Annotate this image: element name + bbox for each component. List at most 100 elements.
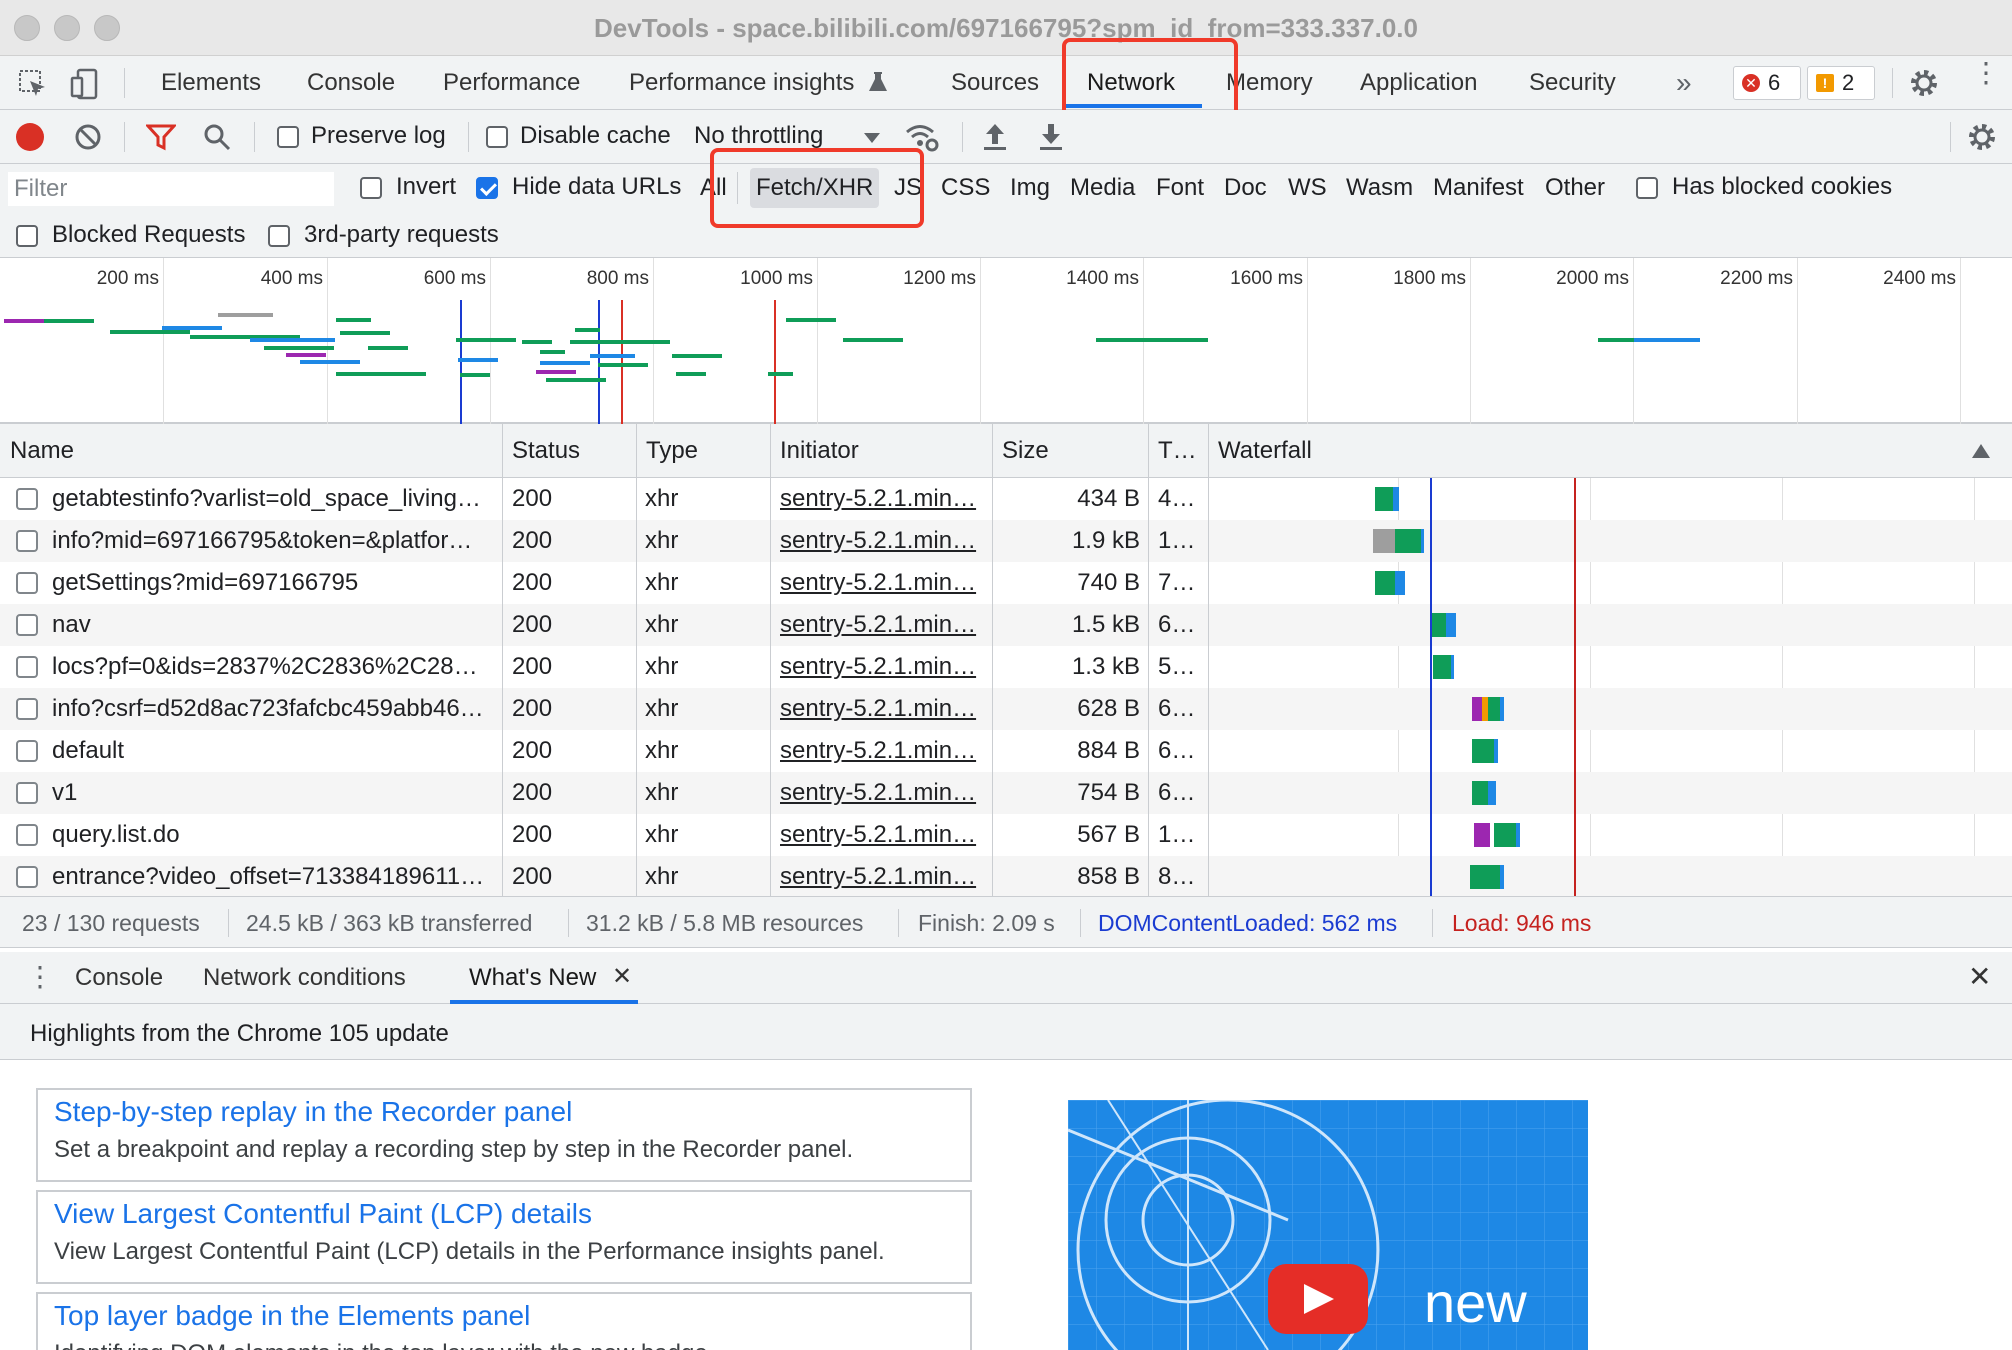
request-initiator-link[interactable]: sentry-5.2.1.min… <box>780 856 986 896</box>
type-filter-wasm[interactable]: Wasm <box>1340 168 1419 208</box>
table-row[interactable]: query.list.do 200 xhr sentry-5.2.1.min… … <box>0 814 2012 856</box>
column-header-time[interactable]: T… <box>1148 424 1208 478</box>
type-filter-font[interactable]: Font <box>1150 168 1210 208</box>
close-drawer-icon[interactable]: ✕ <box>1968 962 1991 992</box>
column-header-size[interactable]: Size <box>992 424 1148 478</box>
whats-new-card[interactable]: View Largest Contentful Paint (LCP) deta… <box>36 1190 972 1284</box>
card-title-link[interactable]: Top layer badge in the Elements panel <box>54 1300 530 1332</box>
window-title: DevTools - space.bilibili.com/697166795?… <box>594 13 1418 43</box>
transferred-size: 24.5 kB / 363 kB transferred <box>246 910 533 936</box>
tick-label: 1400 ms <box>1066 268 1139 289</box>
search-icon[interactable] <box>203 123 231 156</box>
hide-data-urls-checkbox[interactable] <box>476 177 498 199</box>
filter-input[interactable] <box>8 172 334 206</box>
finish-time: Finish: 2.09 s <box>918 910 1055 936</box>
column-header-waterfall[interactable]: Waterfall <box>1208 424 1968 478</box>
close-tab-icon[interactable]: ✕ <box>612 962 632 992</box>
request-size: 1.9 kB <box>1071 527 1140 554</box>
import-har-upload-icon[interactable] <box>982 122 1008 157</box>
resources-size: 31.2 kB / 5.8 MB resources <box>586 910 864 936</box>
request-initiator-link[interactable]: sentry-5.2.1.min… <box>780 520 986 562</box>
request-initiator-link[interactable]: sentry-5.2.1.min… <box>780 730 986 772</box>
request-time: 1… <box>1158 527 1196 554</box>
tab-elements[interactable]: Elements <box>161 56 261 110</box>
export-har-download-icon[interactable] <box>1038 122 1064 157</box>
type-filter-media[interactable]: Media <box>1064 168 1141 208</box>
column-header-status[interactable]: Status <box>502 424 636 478</box>
more-options-icon[interactable]: ⋮ <box>1972 59 2000 87</box>
table-row[interactable]: v1 200 xhr sentry-5.2.1.min… 754 B 6… <box>0 772 2012 814</box>
table-row[interactable]: getabtestinfo?varlist=old_space_living… … <box>0 478 2012 520</box>
dom-content-loaded-time: DOMContentLoaded: 562 ms <box>1098 910 1398 936</box>
drawer-tab-whats-new[interactable]: What's New <box>469 952 596 1004</box>
third-party-checkbox[interactable] <box>268 225 290 247</box>
card-title-link[interactable]: Step-by-step replay in the Recorder pane… <box>54 1096 572 1128</box>
request-initiator-link[interactable]: sentry-5.2.1.min… <box>780 814 986 856</box>
type-filter-doc[interactable]: Doc <box>1218 168 1273 208</box>
type-filter-css[interactable]: CSS <box>935 168 996 208</box>
tab-memory[interactable]: Memory <box>1226 56 1313 110</box>
record-button[interactable] <box>16 123 44 151</box>
network-overview-timeline[interactable]: 200 ms 400 ms 600 ms 800 ms 1000 ms 1200… <box>0 258 2012 424</box>
warning-counter[interactable]: ! 2 <box>1807 66 1875 100</box>
inspect-element-icon[interactable] <box>18 69 48 104</box>
type-filter-ws[interactable]: WS <box>1282 168 1333 208</box>
youtube-play-icon[interactable] <box>1268 1264 1368 1334</box>
table-row[interactable]: nav 200 xhr sentry-5.2.1.min… 1.5 kB 6… <box>0 604 2012 646</box>
drawer-tab-console[interactable]: Console <box>75 952 163 1004</box>
request-initiator-link[interactable]: sentry-5.2.1.min… <box>780 604 986 646</box>
filter-funnel-icon[interactable] <box>144 123 178 156</box>
tab-sources[interactable]: Sources <box>951 56 1039 110</box>
column-header-name[interactable]: Name <box>0 424 502 478</box>
card-title-link[interactable]: View Largest Contentful Paint (LCP) deta… <box>54 1198 592 1230</box>
sort-ascending-icon[interactable] <box>1972 444 1990 463</box>
network-settings-gear-icon[interactable] <box>1966 121 1998 158</box>
column-header-initiator[interactable]: Initiator <box>770 424 992 478</box>
tab-console[interactable]: Console <box>307 56 395 110</box>
throttling-select[interactable]: No throttling <box>694 122 823 150</box>
more-tabs-chevron-icon[interactable]: » <box>1676 56 1692 110</box>
load-marker <box>621 300 623 424</box>
drawer-tab-network-conditions[interactable]: Network conditions <box>203 952 406 1004</box>
whats-new-video-thumbnail[interactable]: new <box>1068 1100 1588 1350</box>
table-row[interactable]: entrance?video_offset=713384189611… 200 … <box>0 856 2012 896</box>
hide-data-urls-label: Hide data URLs <box>512 173 682 200</box>
third-party-label: 3rd-party requests <box>304 221 499 248</box>
column-header-type[interactable]: Type <box>636 424 770 478</box>
request-initiator-link[interactable]: sentry-5.2.1.min… <box>780 562 986 604</box>
type-filter-manifest[interactable]: Manifest <box>1427 168 1530 208</box>
whats-new-card[interactable]: Step-by-step replay in the Recorder pane… <box>36 1088 972 1182</box>
request-name: getabtestinfo?varlist=old_space_living… <box>52 485 481 512</box>
type-filter-img[interactable]: Img <box>1004 168 1056 208</box>
request-table-body: getabtestinfo?varlist=old_space_living… … <box>0 478 2012 896</box>
table-row[interactable]: getSettings?mid=697166795 200 xhr sentry… <box>0 562 2012 604</box>
clear-icon[interactable] <box>74 123 102 156</box>
device-toolbar-icon[interactable] <box>70 68 100 105</box>
invert-checkbox[interactable] <box>360 177 382 199</box>
tab-performance[interactable]: Performance <box>443 56 580 110</box>
disable-cache-checkbox[interactable] <box>486 126 508 148</box>
preserve-log-checkbox[interactable] <box>277 126 299 148</box>
drawer-menu-icon[interactable]: ⋮ <box>26 962 54 992</box>
request-initiator-link[interactable]: sentry-5.2.1.min… <box>780 478 986 520</box>
table-row[interactable]: default 200 xhr sentry-5.2.1.min… 884 B … <box>0 730 2012 772</box>
table-row[interactable]: info?csrf=d52d8ac723fafcbc459abb46… 200 … <box>0 688 2012 730</box>
tick-label: 1000 ms <box>740 268 813 289</box>
request-initiator-link[interactable]: sentry-5.2.1.min… <box>780 646 986 688</box>
table-row[interactable]: locs?pf=0&ids=2837%2C2836%2C28… 200 xhr … <box>0 646 2012 688</box>
tick-label: 1600 ms <box>1230 268 1303 289</box>
request-initiator-link[interactable]: sentry-5.2.1.min… <box>780 772 986 814</box>
request-initiator-link[interactable]: sentry-5.2.1.min… <box>780 688 986 730</box>
table-row[interactable]: info?mid=697166795&token=&platfor… 200 x… <box>0 520 2012 562</box>
type-filter-other[interactable]: Other <box>1539 168 1611 208</box>
blocked-requests-checkbox[interactable] <box>16 225 38 247</box>
settings-gear-icon[interactable] <box>1908 67 1940 104</box>
tab-security[interactable]: Security <box>1529 56 1616 110</box>
warning-icon: ! <box>1816 74 1834 92</box>
request-name: query.list.do <box>52 821 180 848</box>
whats-new-card[interactable]: Top layer badge in the Elements panel Id… <box>36 1292 972 1350</box>
has-blocked-cookies-checkbox[interactable] <box>1636 177 1658 199</box>
error-counter[interactable]: ✕ 6 <box>1733 66 1801 100</box>
tab-performance-insights[interactable]: Performance insights <box>629 56 854 110</box>
tab-application[interactable]: Application <box>1360 56 1477 110</box>
